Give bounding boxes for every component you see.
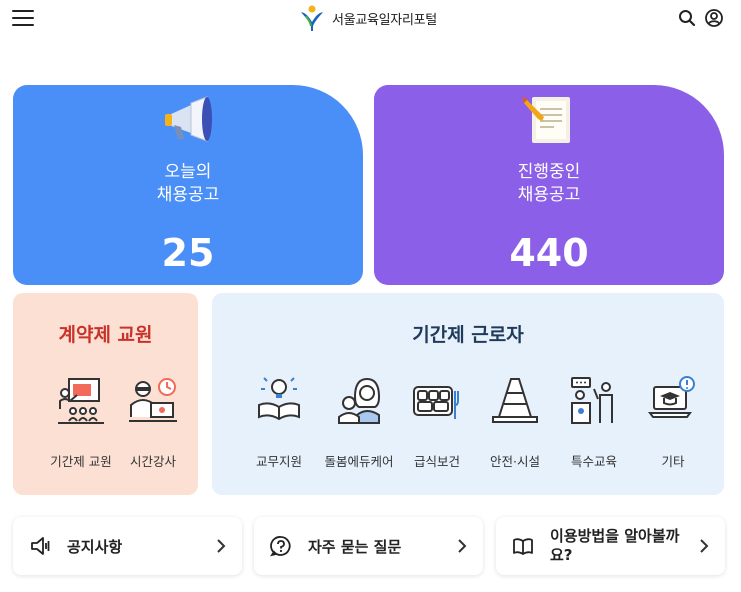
contract-teacher-section: 계약제 교원 기간제 교원 시간강사 — [13, 293, 198, 495]
speaker-icon — [31, 537, 50, 555]
search-icon[interactable] — [677, 8, 697, 28]
category-other[interactable]: 기타 — [633, 375, 713, 470]
book-lightbulb-icon — [258, 377, 300, 421]
question-icon — [270, 536, 291, 557]
today-jobs-count: 25 — [161, 231, 215, 275]
ongoing-jobs-label: 진행중인 채용공고 — [517, 162, 581, 205]
category-label: 시간강사 — [129, 454, 176, 469]
faq-label: 자주 묻는 질문 — [308, 537, 402, 556]
chevron-right-icon — [700, 539, 709, 553]
category-safety-facility[interactable]: 안전·시설 — [475, 375, 555, 470]
mother-child-icon — [338, 377, 381, 424]
teacher-board-icon — [58, 378, 104, 424]
traffic-cone-icon — [492, 378, 538, 423]
category-label: 돌봄에듀케어 — [324, 454, 394, 469]
category-label: 기간제 교원 — [50, 454, 112, 469]
header: 서울교육일자리포털 — [0, 0, 741, 36]
temporary-worker-title: 기간제 근로자 — [412, 324, 524, 346]
document-icon — [522, 97, 570, 143]
presenter-podium-icon — [571, 377, 613, 424]
category-label: 급식보건 — [413, 454, 460, 469]
logo[interactable]: 서울교육일자리포털 — [298, 3, 437, 33]
logo-text: 서울교육일자리포털 — [332, 12, 437, 28]
ongoing-jobs-count: 440 — [509, 231, 589, 275]
lecturer-clock-icon — [129, 378, 177, 422]
usage-guide-label: 이용방법을 알아볼까요? — [550, 527, 680, 564]
megaphone-icon — [165, 96, 212, 142]
category-label: 특수교육 — [570, 454, 617, 469]
chevron-right-icon — [458, 539, 467, 553]
category-special-education[interactable]: 특수교육 — [554, 375, 634, 470]
user-icon[interactable] — [704, 8, 724, 28]
category-care-educare[interactable]: 돌봄에듀케어 — [319, 375, 399, 470]
ongoing-jobs-card[interactable]: 진행중인 채용공고 440 — [374, 85, 724, 285]
notice-link[interactable]: 공지사항 — [13, 517, 242, 575]
category-label: 기타 — [661, 454, 685, 469]
meal-tray-icon — [413, 386, 459, 419]
notice-label: 공지사항 — [67, 537, 123, 556]
chevron-right-icon — [217, 539, 226, 553]
book-icon — [513, 538, 533, 555]
category-label: 교무지원 — [255, 454, 302, 469]
category-part-time-lecturer[interactable]: 시간강사 — [113, 375, 193, 470]
category-meal-health[interactable]: 급식보건 — [397, 375, 477, 470]
category-temporary-teacher[interactable]: 기간제 교원 — [41, 375, 121, 470]
temporary-worker-section: 기간제 근로자 교무지원 돌봄에듀케어 급식보건 안전·시설 특수교육 기타 — [212, 293, 724, 495]
category-academic-support[interactable]: 교무지원 — [239, 375, 319, 470]
today-jobs-label: 오늘의 채용공고 — [156, 162, 220, 205]
contract-teacher-title: 계약제 교원 — [58, 324, 153, 346]
faq-link[interactable]: 자주 묻는 질문 — [254, 517, 483, 575]
menu-icon[interactable] — [12, 10, 34, 26]
today-jobs-card[interactable]: 오늘의 채용공고 25 — [13, 85, 363, 285]
laptop-graduation-icon — [648, 376, 695, 418]
category-label: 안전·시설 — [490, 454, 540, 469]
logo-icon — [301, 5, 323, 31]
usage-guide-link[interactable]: 이용방법을 알아볼까요? — [496, 517, 725, 575]
